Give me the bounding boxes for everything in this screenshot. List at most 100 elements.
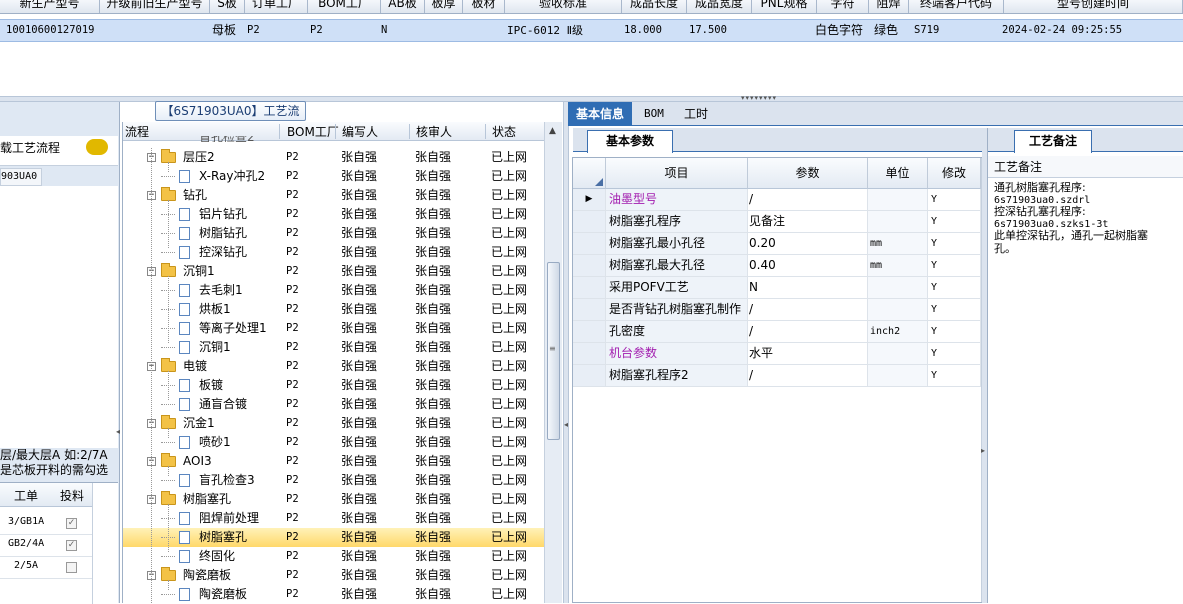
param-value[interactable]: / [748,365,868,386]
col-header-work-order[interactable]: 工单 [14,487,38,504]
col-header-flow[interactable]: 流程 [125,123,149,140]
param-row[interactable]: 机台参数 水平 Y [573,343,981,365]
param-row[interactable]: 树脂塞孔程序2/ Y [573,365,981,387]
feed-checkbox[interactable]: ✓ [66,540,77,551]
tree-row[interactable]: 喷砂1 P2 张自强 张自强 已上网 [123,433,544,452]
tree-row[interactable]: 板镀 P2 张自强 张自强 已上网 [123,376,544,395]
tree-row[interactable]: − 层压2 P2 张自强 张自强 已上网 [123,148,544,167]
param-edit[interactable]: Y [928,321,981,342]
col-header-item[interactable]: 项目 [606,158,748,189]
param-edit[interactable]: Y [928,343,981,364]
param-value[interactable]: N [748,277,868,298]
load-flow-button[interactable]: 载工艺流程 [0,136,118,166]
scroll-up-icon[interactable]: ▲ [549,126,556,136]
tree-row[interactable]: 等离子处理1 P2 张自强 张自强 已上网 [123,319,544,338]
param-row[interactable]: 采用POFV工艺 N Y [573,277,981,299]
tab-work-hours[interactable]: 工时 [676,102,716,126]
tree-row[interactable]: 控深钻孔 P2 张自强 张自强 已上网 [123,243,544,262]
col-header[interactable]: 成品长度 [622,0,687,13]
tree-scrollbar[interactable]: ▲ ≡ [544,122,562,603]
param-edit[interactable]: Y [928,211,981,232]
col-header-edit[interactable]: 修改 [928,158,981,189]
param-edit[interactable]: Y [928,255,981,276]
process-flow-tab[interactable]: 【6S71903UA0】工艺流程 [155,101,306,136]
col-header-bom[interactable]: BOM工厂 [287,123,339,140]
col-header[interactable]: 成品宽度 [687,0,752,13]
param-value[interactable]: 0.20 [748,233,868,254]
col-header-value[interactable]: 参数 [748,158,868,189]
tree-row[interactable]: 终固化 P2 张自强 张自强 已上网 [123,547,544,566]
tree-row[interactable]: 通盲合镀 P2 张自强 张自强 已上网 [123,395,544,414]
param-value[interactable]: 水平 [748,343,868,364]
col-header[interactable]: 板厚 [425,0,463,13]
feed-checkbox[interactable] [66,562,77,573]
tree-row[interactable]: 树脂塞孔 P2 张自强 张自强 已上网 [123,528,544,547]
tree-row[interactable]: 沉铜1 P2 张自强 张自强 已上网 [123,338,544,357]
param-row[interactable]: ▶ 油墨型号 / Y [573,189,981,211]
col-header-status[interactable]: 状态 [492,123,516,140]
col-header[interactable]: 订单工厂 [245,0,308,13]
col-header[interactable]: 阻焊 [869,0,909,13]
col-header[interactable]: PNL规格 [752,0,817,13]
col-header[interactable]: 终端客户代码 [909,0,1004,13]
tree-row[interactable]: − AOI3 P2 张自强 张自强 已上网 [123,452,544,471]
tree-row[interactable]: 阻焊前处理 P2 张自强 张自强 已上网 [123,509,544,528]
col-header-reviewer[interactable]: 核审人 [416,123,452,140]
param-row[interactable]: 树脂塞孔最小孔径 0.20 mm Y [573,233,981,255]
tree-row[interactable]: − 电镀 P2 张自强 张自强 已上网 [123,357,544,376]
col-header[interactable]: 新生产型号 [0,0,100,13]
tab-bom[interactable]: BOM [636,102,672,126]
param-value[interactable]: / [748,299,868,320]
tree-row[interactable]: − 树脂塞孔 P2 张自强 张自强 已上网 [123,490,544,509]
tab-basic-info[interactable]: 基本信息 [568,102,633,126]
param-edit[interactable]: Y [928,365,981,386]
param-value[interactable]: 见备注 [748,211,868,232]
table-row[interactable]: 10010600127019 母板 P2 P2 N IPC-6012 Ⅱ级 18… [0,19,1183,42]
param-row[interactable]: 树脂塞孔程序 见备注 Y [573,211,981,233]
feed-checkbox[interactable]: ✓ [66,518,77,529]
table-row[interactable]: 3/GB1A ✓ [0,513,92,535]
tab-process-notes[interactable]: 工艺备注 [1014,130,1092,153]
param-row[interactable]: 树脂塞孔最大孔径 0.40 mm Y [573,255,981,277]
param-edit[interactable]: Y [928,189,981,210]
notes-textarea[interactable]: 通孔树脂塞孔程序: 6s71903ua0.szdrl 控深钻孔塞孔程序: 6s7190… [994,181,1180,255]
vertical-splitter[interactable]: ◂ [563,102,569,603]
col-header[interactable]: 字符 [817,0,869,13]
table-row[interactable]: 2/5A [0,557,92,579]
tree-row[interactable]: 去毛刺1 P2 张自强 张自强 已上网 [123,281,544,300]
tree-row[interactable]: − 沉金1 P2 张自强 张自强 已上网 [123,414,544,433]
code-field[interactable]: 903UA0 [0,168,42,186]
tree-row[interactable]: − 陶瓷磨板 P2 张自强 张自强 已上网 [123,566,544,585]
param-edit[interactable]: Y [928,277,981,298]
collapse-notes-icon[interactable]: ▸ [981,446,985,455]
col-header[interactable]: 板材 [463,0,505,13]
col-header-writer[interactable]: 编写人 [342,123,378,140]
param-row[interactable]: 孔密度 / inch2 Y [573,321,981,343]
collapse-left-icon[interactable]: ◂ [116,427,120,436]
tree-row[interactable]: − 沉铜1 P2 张自强 张自强 已上网 [123,262,544,281]
param-value[interactable]: / [748,321,868,342]
tree-row[interactable]: 铝片钻孔 P2 张自强 张自强 已上网 [123,205,544,224]
collapse-icon[interactable]: ◂ [564,420,568,429]
param-edit[interactable]: Y [928,233,981,254]
col-header[interactable]: S板 [210,0,245,13]
table-row[interactable]: GB2/4A ✓ [0,535,92,557]
col-header-unit[interactable]: 单位 [868,158,928,189]
col-header[interactable]: 升级前旧生产型号 [100,0,210,13]
col-header[interactable]: BOM工厂 [308,0,381,13]
col-header[interactable]: 型号创建时间 [1004,0,1183,13]
param-row[interactable]: 是否背钻孔树脂塞孔制作 / Y [573,299,981,321]
tree-row[interactable]: 陶瓷磨板 P2 张自强 张自强 已上网 [123,585,544,603]
param-value[interactable]: 0.40 [748,255,868,276]
col-header-feed[interactable]: 投料 [60,487,84,504]
param-edit[interactable]: Y [928,299,981,320]
param-value[interactable]: / [748,189,868,210]
tree-row[interactable]: − 钻孔 P2 张自强 张自强 已上网 [123,186,544,205]
tree-row[interactable]: X-Ray冲孔2 P2 张自强 张自强 已上网 [123,167,544,186]
col-header[interactable]: AB板 [381,0,425,13]
splitter-grip-icon[interactable]: ▾▾▾▾▾▾▾▾ [735,95,783,102]
tree-row[interactable]: 盲孔检查3 P2 张自强 张自强 已上网 [123,471,544,490]
tree-row[interactable]: 树脂钻孔 P2 张自强 张自强 已上网 [123,224,544,243]
tab-basic-params[interactable]: 基本参数 [587,130,673,153]
tree-row[interactable]: 烘板1 P2 张自强 张自强 已上网 [123,300,544,319]
